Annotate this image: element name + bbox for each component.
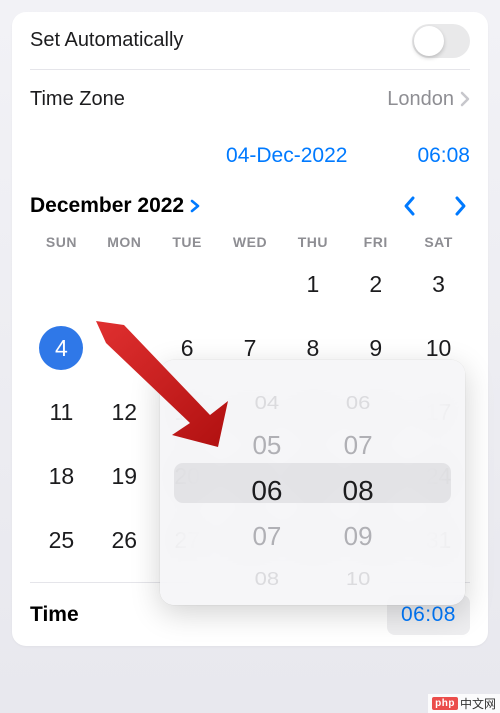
calendar-day[interactable]: 12 xyxy=(93,390,156,434)
wheel-item: 07 xyxy=(344,430,373,461)
wheel-item: 10 xyxy=(346,568,370,590)
set-automatically-toggle[interactable] xyxy=(412,24,470,58)
weekday-label: TUE xyxy=(156,234,219,250)
watermark-text: 中文网 xyxy=(460,695,496,712)
toggle-knob xyxy=(414,26,444,56)
weekday-header: SUNMONTUEWEDTHUFRISAT xyxy=(30,234,470,262)
selected-date-link[interactable]: 04-Dec-2022 xyxy=(226,144,347,168)
next-month-button[interactable] xyxy=(454,195,468,217)
calendar-day[interactable]: 18 xyxy=(30,454,93,498)
month-title: December 2022 xyxy=(30,194,184,218)
month-selector[interactable]: December 2022 xyxy=(30,194,200,218)
calendar-day[interactable]: 1 xyxy=(281,262,344,306)
weekday-label: FRI xyxy=(344,234,407,250)
watermark-badge: php xyxy=(432,697,458,710)
row-set-automatically: Set Automatically xyxy=(30,12,470,70)
calendar-day[interactable]: 5 xyxy=(93,326,156,370)
calendar-day[interactable]: 3 xyxy=(407,262,470,306)
calendar-day[interactable]: 11 xyxy=(30,390,93,434)
date-time-display: 04-Dec-2022 06:08 xyxy=(30,128,470,190)
calendar-day[interactable]: 2 xyxy=(344,262,407,306)
wheel-item: 07 xyxy=(252,521,281,552)
calendar-day[interactable]: 26 xyxy=(93,518,156,562)
set-automatically-label: Set Automatically xyxy=(30,29,183,52)
chevron-right-icon xyxy=(460,91,470,107)
calendar-day-selected[interactable]: 4 xyxy=(30,326,93,370)
chevron-right-icon xyxy=(190,199,200,213)
wheel-item: 08 xyxy=(255,568,279,590)
wheel-item: 04 xyxy=(255,392,279,414)
minute-wheel[interactable]: 06 07 08 09 10 xyxy=(343,370,374,605)
weekday-label: MON xyxy=(93,234,156,250)
weekday-label: SUN xyxy=(30,234,93,250)
calendar-day[interactable]: 19 xyxy=(93,454,156,498)
weekday-label: SAT xyxy=(407,234,470,250)
time-picker-popover: 04 05 06 07 08 06 07 08 09 10 xyxy=(160,360,465,605)
row-time-zone[interactable]: Time Zone London xyxy=(30,70,470,128)
wheel-item: 06 xyxy=(346,392,370,414)
wheel-item-selected: 06 xyxy=(251,475,282,507)
wheel-item: 05 xyxy=(252,430,281,461)
calendar-day[interactable]: 25 xyxy=(30,518,93,562)
wheel-item: 09 xyxy=(344,521,373,552)
prev-month-button[interactable] xyxy=(402,195,416,217)
wheel-item-selected: 08 xyxy=(343,475,374,507)
time-label: Time xyxy=(30,603,79,627)
time-zone-label: Time Zone xyxy=(30,88,125,111)
selected-time-link[interactable]: 06:08 xyxy=(417,144,470,168)
hour-wheel[interactable]: 04 05 06 07 08 xyxy=(251,370,282,605)
weekday-label: WED xyxy=(219,234,282,250)
watermark: php 中文网 xyxy=(428,694,500,713)
month-header: December 2022 xyxy=(30,190,470,234)
time-zone-value: London xyxy=(387,88,454,111)
weekday-label: THU xyxy=(281,234,344,250)
